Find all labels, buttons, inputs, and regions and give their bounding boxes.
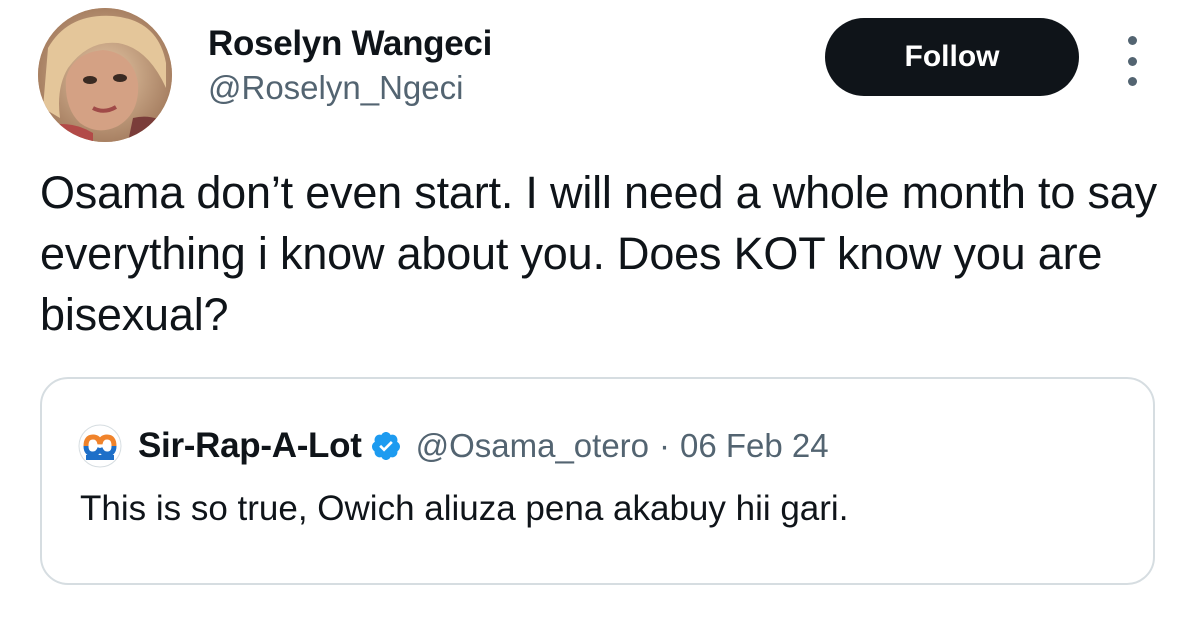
quoted-tweet[interactable]: Sir-Rap-A-Lot @Osama_otero · 06 Feb 24 T…	[40, 377, 1155, 585]
dot	[1127, 77, 1137, 86]
avatar-photo	[38, 8, 172, 142]
verified-badge-icon	[371, 432, 400, 460]
dot	[1127, 36, 1137, 45]
quoted-author-handle[interactable]: @Osama_otero	[416, 427, 649, 465]
quoted-tweet-date[interactable]: 06 Feb 24	[680, 427, 829, 465]
quoted-tweet-text: This is so true, Owich aliuza pena akabu…	[80, 489, 849, 528]
tweet-card: Roselyn Wangeci @Roselyn_Ngeci Follow Os…	[0, 0, 1199, 617]
author-info: Roselyn Wangeci @Roselyn_Ngeci	[208, 24, 492, 108]
author-avatar[interactable]	[38, 8, 172, 142]
tweet-text: Osama don’t even start. I will need a wh…	[40, 167, 1157, 340]
separator-dot: ·	[659, 427, 671, 464]
quoted-author-avatar[interactable]	[78, 424, 122, 468]
author-handle[interactable]: @Roselyn_Ngeci	[208, 68, 492, 108]
dot	[1127, 56, 1137, 66]
author-display-name[interactable]: Roselyn Wangeci	[208, 24, 492, 64]
more-vertical-icon[interactable]	[1120, 36, 1144, 86]
follow-button[interactable]: Follow	[825, 18, 1079, 96]
tweet-header: Roselyn Wangeci @Roselyn_Ngeci Follow	[38, 8, 1158, 142]
quoted-tweet-header: Sir-Rap-A-Lot @Osama_otero · 06 Feb 24	[78, 424, 829, 468]
quoted-author-name[interactable]: Sir-Rap-A-Lot	[138, 426, 362, 466]
